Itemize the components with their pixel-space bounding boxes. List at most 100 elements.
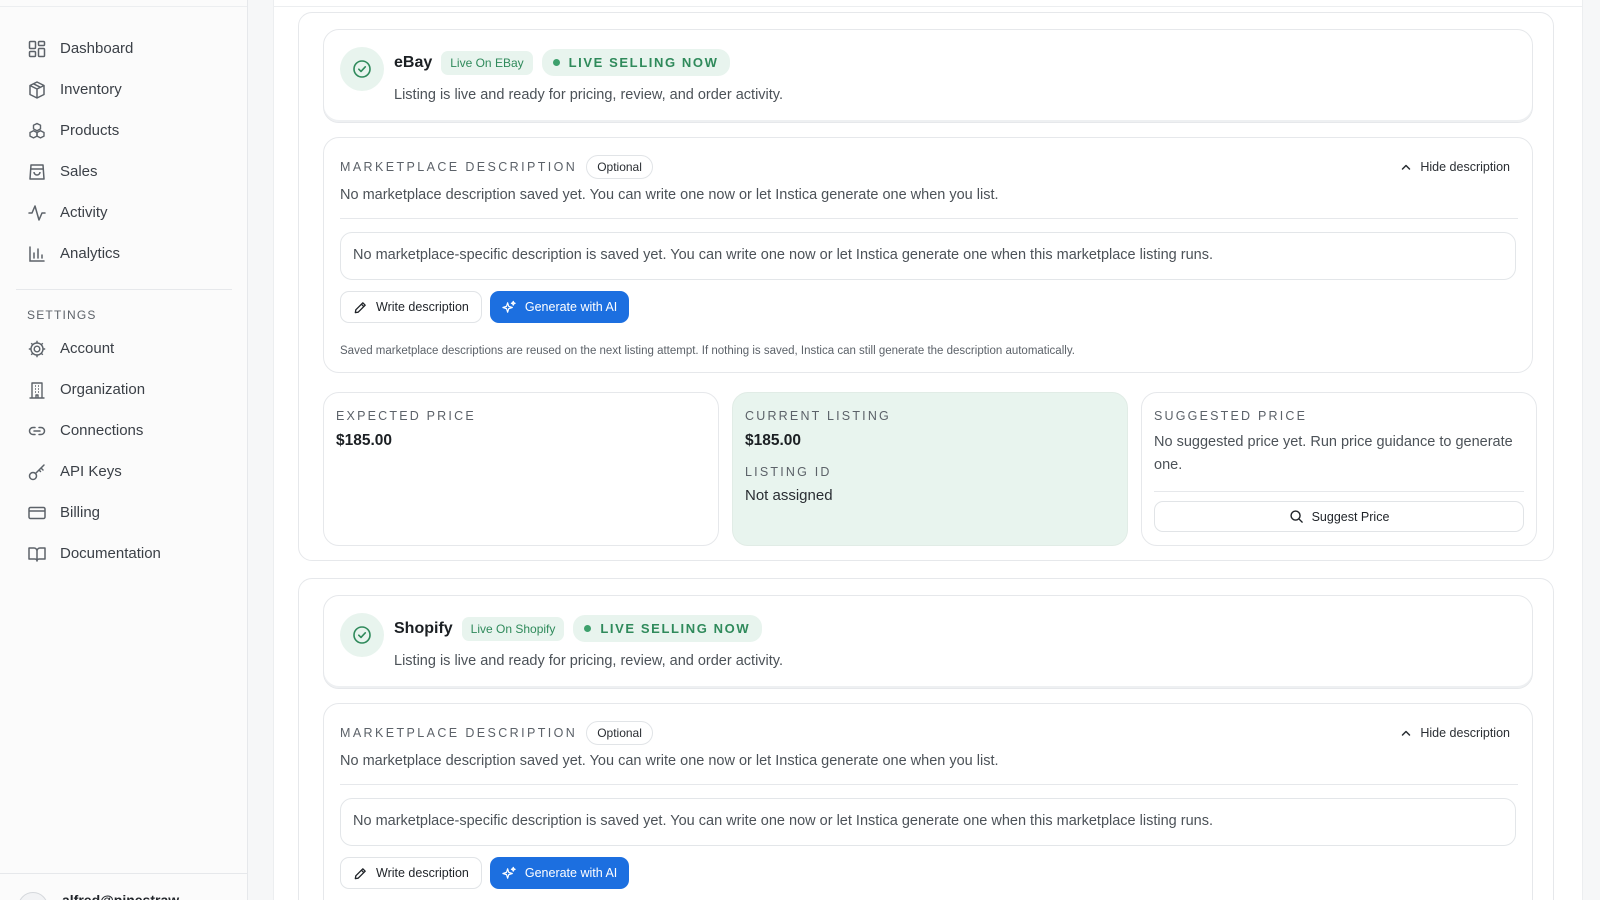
description-header: MARKETPLACE DESCRIPTION Optional — [340, 155, 653, 179]
marketplace-status: Shopify Live On Shopify LIVE SELLING NOW… — [323, 595, 1533, 689]
suggest-price-button[interactable]: Suggest Price — [1154, 501, 1524, 532]
link-icon — [27, 421, 47, 441]
nav-label: Inventory — [60, 81, 122, 98]
generate-ai-label: Generate with AI — [524, 300, 618, 314]
nav-item-sales[interactable]: Sales — [0, 151, 247, 192]
expected-price-label: EXPECTED PRICE — [336, 409, 476, 423]
suggested-price-card: SUGGESTED PRICE No suggested price yet. … — [1141, 392, 1537, 546]
chevron-up-icon — [1402, 730, 1411, 736]
write-description-button[interactable]: Write description — [340, 291, 482, 323]
user-email: alfred@pinestraw — [62, 892, 180, 900]
nav-item-activity[interactable]: Activity — [0, 192, 247, 233]
suggested-price-text: No suggested price yet. Run price guidan… — [1154, 434, 1513, 473]
description-info: No marketplace description saved yet. Yo… — [340, 753, 999, 769]
nav-item-inventory[interactable]: Inventory — [0, 69, 247, 110]
main-top-divider — [274, 0, 1582, 7]
hide-description-button[interactable]: Hide description — [1400, 160, 1510, 174]
nav-item-dashboard[interactable]: Dashboard — [0, 28, 247, 69]
description-actions: Write description Generate with AI — [340, 291, 630, 323]
current-listing-card: CURRENT LISTING $185.00 LISTING ID Not a… — [732, 392, 1128, 546]
selling-badge: LIVE SELLING NOW — [541, 49, 731, 76]
nav-label: Activity — [60, 204, 108, 221]
generate-ai-button[interactable]: Generate with AI — [489, 291, 630, 323]
nav-label: Documentation — [60, 545, 161, 562]
nav-item-analytics[interactable]: Analytics — [0, 233, 247, 274]
listing-id-label: LISTING ID — [745, 465, 832, 479]
selling-badge-label: LIVE SELLING NOW — [600, 621, 751, 636]
live-badge: Live On Shopify — [461, 616, 565, 641]
listing-id-value: Not assigned — [745, 487, 833, 504]
book-icon — [27, 544, 47, 564]
check-circle-icon — [340, 613, 384, 657]
settings-nav: Account Organization Connections API Key… — [0, 328, 247, 574]
description-field[interactable]: No marketplace-specific description is s… — [340, 798, 1516, 846]
avatar — [18, 892, 48, 900]
sparkles-icon — [502, 300, 516, 313]
generate-ai-button[interactable]: Generate with AI — [489, 857, 630, 889]
description-divider — [340, 784, 1518, 785]
generate-ai-label: Generate with AI — [524, 866, 618, 880]
nav-label: Dashboard — [60, 40, 134, 57]
nav-label: Account — [60, 340, 115, 357]
user-menu[interactable]: alfred@pinestraw — [0, 873, 248, 900]
dashboard-icon — [27, 39, 47, 59]
selling-badge: LIVE SELLING NOW — [573, 615, 763, 642]
marketplace-name: Shopify — [394, 619, 453, 637]
live-badge: Live On EBay — [441, 50, 533, 75]
current-listing-label: CURRENT LISTING — [745, 409, 891, 423]
description-info: No marketplace description saved yet. Yo… — [340, 187, 999, 203]
main-content: eBay Live On EBay LIVE SELLING NOW Listi… — [273, 0, 1583, 900]
nav-item-account[interactable]: Account — [0, 328, 247, 369]
package-icon — [27, 80, 47, 100]
nav-label: Analytics — [60, 245, 121, 262]
nav-label: Products — [60, 122, 120, 139]
marketplace-description-panel: MARKETPLACE DESCRIPTION Optional Hide de… — [323, 137, 1533, 373]
description-field[interactable]: No marketplace-specific description is s… — [340, 232, 1516, 280]
description-divider — [340, 218, 1518, 219]
description-actions: Write description Generate with AI — [340, 857, 630, 889]
optional-badge: Optional — [586, 155, 653, 179]
write-description-label: Write description — [376, 866, 469, 880]
suggested-price-label: SUGGESTED PRICE — [1154, 409, 1308, 423]
sidebar-top-divider — [0, 0, 247, 7]
hide-description-label: Hide description — [1420, 726, 1510, 740]
settings-heading: SETTINGS — [27, 308, 97, 322]
selling-badge-label: LIVE SELLING NOW — [568, 55, 719, 70]
suggested-divider — [1154, 491, 1524, 492]
current-listing-value: $185.00 — [745, 432, 802, 449]
main-nav: Dashboard Inventory Products Sales Activ… — [0, 7, 247, 274]
suggest-price-label: Suggest Price — [1311, 509, 1390, 524]
status-title-row: eBay Live On EBay LIVE SELLING NOW — [394, 49, 731, 76]
nav-item-connections[interactable]: Connections — [0, 410, 247, 451]
nav-item-organization[interactable]: Organization — [0, 369, 247, 410]
expected-price-value: $185.00 — [336, 432, 393, 449]
search-icon — [1289, 510, 1303, 523]
nav-label: Billing — [60, 504, 101, 521]
building-icon — [27, 380, 47, 400]
activity-icon — [27, 203, 47, 223]
pencil-icon — [354, 301, 366, 313]
status-dot-icon — [584, 625, 592, 632]
nav-item-api-keys[interactable]: API Keys — [0, 451, 247, 492]
marketplace-status: eBay Live On EBay LIVE SELLING NOW Listi… — [323, 29, 1533, 123]
description-label: MARKETPLACE DESCRIPTION — [340, 160, 578, 174]
nav-item-billing[interactable]: Billing — [0, 492, 247, 533]
nav-item-products[interactable]: Products — [0, 110, 247, 151]
shopping-bag-icon — [27, 162, 47, 182]
marketplace-card-shopify: Shopify Live On Shopify LIVE SELLING NOW… — [298, 578, 1554, 900]
sparkles-icon — [502, 866, 516, 879]
boxes-icon — [27, 121, 47, 141]
nav-item-documentation[interactable]: Documentation — [0, 533, 247, 574]
key-icon — [27, 462, 47, 482]
status-dot-icon — [552, 59, 560, 66]
hide-description-button[interactable]: Hide description — [1400, 726, 1510, 740]
nav-label: Organization — [60, 381, 146, 398]
nav-label: Connections — [60, 422, 144, 439]
status-text: Listing is live and ready for pricing, r… — [394, 87, 783, 103]
expected-price-card: EXPECTED PRICE $185.00 — [323, 392, 719, 546]
status-text: Listing is live and ready for pricing, r… — [394, 653, 783, 669]
gear-icon — [27, 339, 47, 359]
write-description-button[interactable]: Write description — [340, 857, 482, 889]
write-description-label: Write description — [376, 300, 469, 314]
sidebar: Dashboard Inventory Products Sales Activ… — [0, 0, 248, 900]
